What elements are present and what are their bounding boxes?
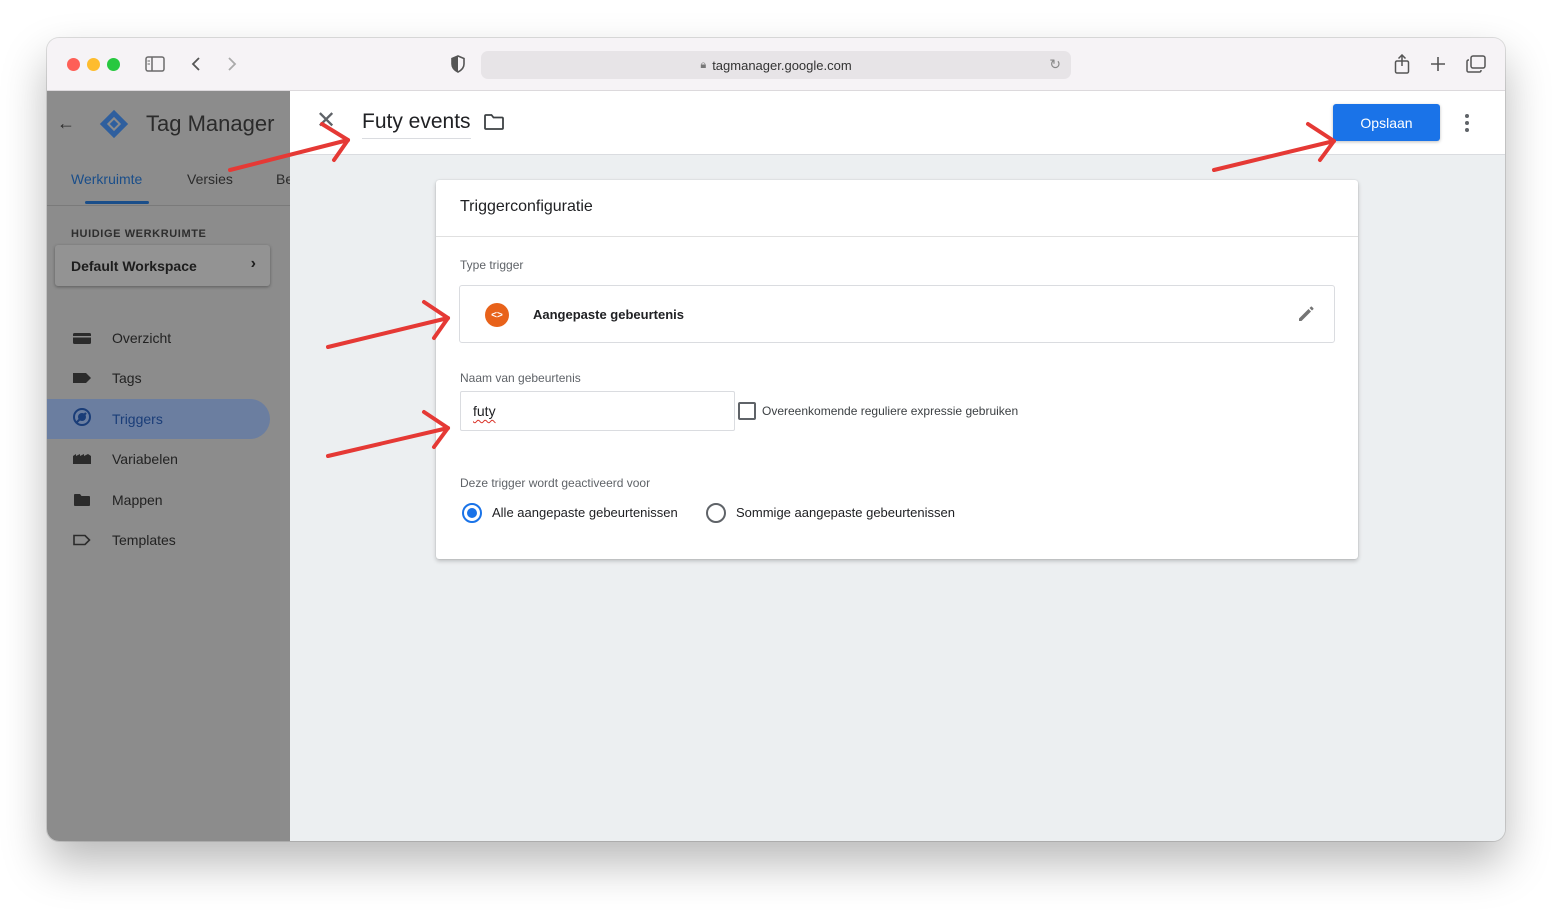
radio-some-label: Sommige aangepaste gebeurtenissen [736, 505, 955, 520]
variable-icon [72, 452, 92, 466]
minimize-window-button[interactable] [87, 58, 100, 71]
gtm-sidebar: ← Tag Manager Werkruimte Versies Be HUID… [47, 91, 290, 841]
trigger-type-name: Aangepaste gebeurtenis [533, 307, 684, 322]
trigger-name-title[interactable]: Futy events [362, 110, 471, 139]
sidebar-item-templates[interactable]: Templates [47, 520, 290, 560]
event-name-input[interactable] [460, 391, 735, 431]
workspace-name: Default Workspace [71, 257, 197, 274]
briefcase-icon [72, 331, 92, 345]
sidebar-item-mappen[interactable]: Mappen [47, 480, 290, 520]
back-icon[interactable] [190, 52, 202, 76]
folder-icon [72, 493, 92, 507]
workspace-selector[interactable]: Default Workspace › [55, 245, 270, 286]
arrow-back-icon[interactable]: ← [57, 113, 75, 134]
card-title: Triggerconfiguratie [460, 198, 593, 215]
sidebar-item-label: Templates [112, 532, 176, 548]
tag-icon [72, 371, 92, 385]
close-window-button[interactable] [67, 58, 80, 71]
custom-event-code-icon: <> [485, 303, 509, 327]
sidebar-item-label: Variabelen [112, 451, 178, 467]
more-vert-icon[interactable] [1463, 111, 1471, 135]
tab-beheer[interactable]: Be [276, 171, 290, 187]
save-button[interactable]: Opslaan [1333, 104, 1440, 141]
forward-icon[interactable] [226, 52, 238, 76]
sidebar-item-triggers[interactable]: Triggers [47, 399, 270, 439]
current-workspace-label: HUIDIGE WERKRUIMTE [71, 228, 207, 240]
trigger-type-selector[interactable]: <> Aangepaste gebeurtenis [459, 285, 1335, 343]
trigger-icon [72, 408, 92, 426]
card-divider [436, 236, 1358, 237]
template-icon [72, 533, 92, 547]
event-name-label: Naam van gebeurtenis [460, 371, 581, 385]
regex-checkbox[interactable] [738, 402, 756, 420]
fires-on-label: Deze trigger wordt geactiveerd voor [460, 476, 651, 490]
lock-icon: 🔒︎ [700, 58, 707, 71]
sidebar-item-label: Triggers [112, 411, 163, 427]
folder-outline-icon[interactable] [483, 113, 505, 136]
chevron-right-icon: › [250, 255, 256, 272]
sidebar-item-label: Overzicht [112, 330, 172, 346]
url-text: tagmanager.google.com [712, 57, 852, 73]
sidebar-divider [47, 205, 290, 206]
regex-checkbox-label: Overeenkomende reguliere expressie gebru… [762, 404, 1019, 418]
active-tab-indicator [85, 201, 149, 204]
tab-versies[interactable]: Versies [187, 171, 233, 187]
browser-titlebar: 🔒︎ tagmanager.google.com ↻ [47, 38, 1505, 91]
sidebar-item-tags[interactable]: Tags [47, 358, 290, 398]
sidebar-item-overzicht[interactable]: Overzicht [47, 318, 290, 358]
workspace-tabs: Werkruimte Versies Be [47, 161, 290, 205]
app-title: Tag Manager [146, 111, 275, 136]
sidebar-item-label: Mappen [112, 492, 163, 508]
share-icon[interactable] [1394, 52, 1410, 76]
tag-manager-logo-icon [99, 109, 129, 139]
new-tab-icon[interactable] [1430, 52, 1446, 76]
trigger-type-label: Type trigger [460, 258, 524, 272]
edit-pencil-icon[interactable] [1296, 304, 1316, 329]
tab-werkruimte[interactable]: Werkruimte [71, 171, 142, 187]
editor-header: ✕ Futy events Opslaan [290, 91, 1505, 155]
browser-window: 🔒︎ tagmanager.google.com ↻ ← Tag Manager… [47, 38, 1505, 841]
sidebar-item-label: Tags [112, 370, 142, 386]
trigger-configuration-card: Triggerconfiguratie Type trigger <> Aang… [436, 180, 1358, 559]
radio-all-custom-events[interactable] [462, 503, 482, 523]
sidebar-item-variabelen[interactable]: Variabelen [47, 439, 290, 479]
radio-all-label: Alle aangepaste gebeurtenissen [492, 505, 678, 520]
trigger-editor-panel: ✕ Futy events Opslaan Triggerconfigurati… [290, 91, 1505, 841]
close-icon[interactable]: ✕ [316, 109, 336, 133]
sidebar-header: ← Tag Manager [47, 91, 290, 155]
sidebar-toggle-icon[interactable] [145, 52, 165, 76]
zoom-window-button[interactable] [107, 58, 120, 71]
tab-overview-icon[interactable] [1466, 52, 1486, 76]
radio-some-custom-events[interactable] [706, 503, 726, 523]
address-bar[interactable]: 🔒︎ tagmanager.google.com ↻ [481, 51, 1071, 79]
reload-icon[interactable]: ↻ [1049, 56, 1061, 73]
privacy-shield-icon[interactable] [450, 52, 466, 76]
